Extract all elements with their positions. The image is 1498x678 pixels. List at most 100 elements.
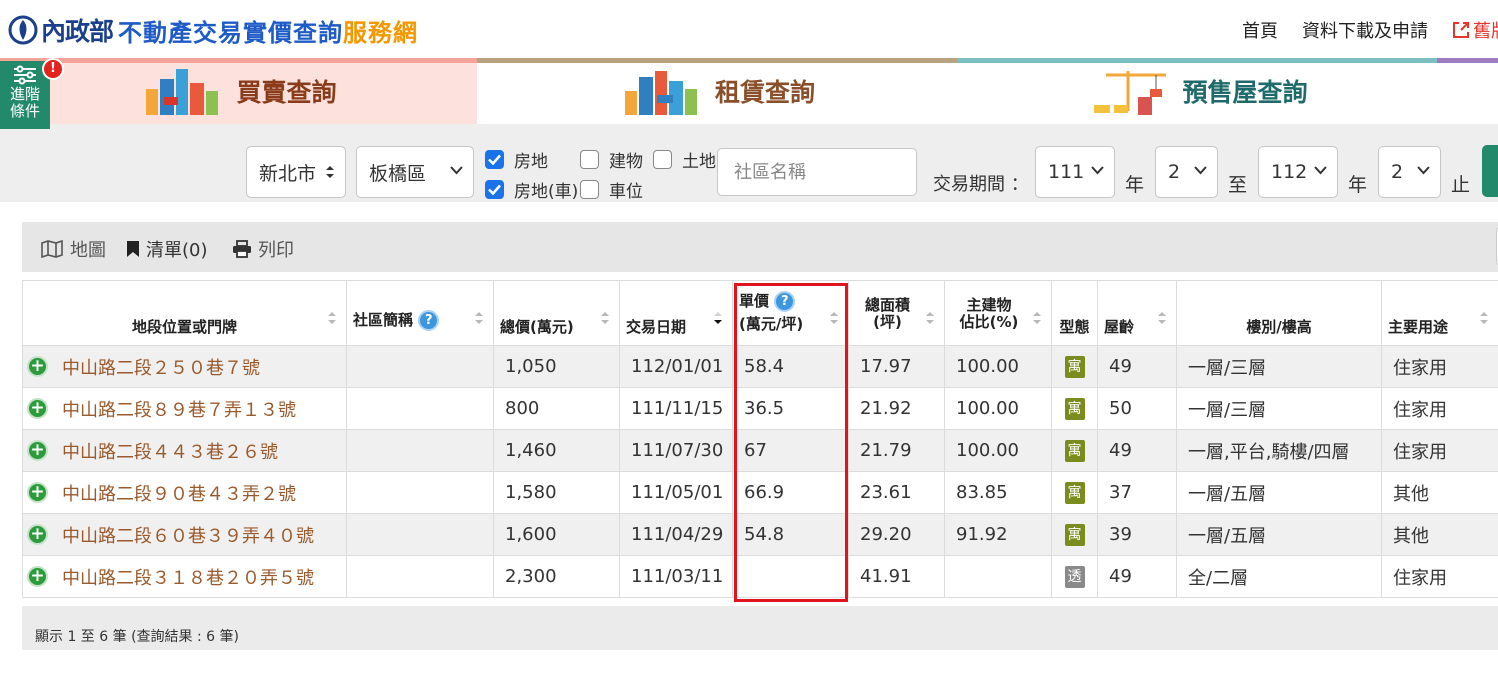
table-row[interactable]: + 中山路二段６０巷３９弄４０號 1,600 111/04/29 54.8 29.20 91… [22, 513, 1498, 556]
help-icon[interactable]: ? [418, 310, 440, 331]
address-link[interactable]: + 中山路二段２５０巷７號 [27, 354, 335, 380]
ministry-emblem-icon [8, 15, 38, 45]
expand-plus-icon[interactable]: + [27, 482, 48, 503]
col-address[interactable]: 地段位置或門牌 [22, 280, 347, 346]
help-icon[interactable]: ? [774, 291, 796, 312]
cell-unit: 36.5 [732, 387, 849, 430]
cell-community [346, 513, 494, 556]
building-type-badge: 寓 [1064, 440, 1085, 462]
cell-address[interactable]: + 中山路二段３１８巷２０弄５號 [22, 555, 347, 598]
nav-old-version[interactable]: 舊版 [1452, 17, 1498, 43]
sort-updown-icon [601, 312, 609, 324]
from-year-select[interactable]: 111 [1035, 146, 1115, 198]
sort-desc-icon [714, 312, 722, 324]
city-buildings-icon [146, 69, 219, 115]
type-building-checkbox[interactable]: 建物 [580, 147, 643, 172]
cell-age: 49 [1097, 345, 1177, 388]
tab-more[interactable] [1437, 58, 1498, 124]
checkbox-checked-icon [485, 180, 504, 199]
district-value: 板橋區 [369, 162, 427, 185]
address-link[interactable]: + 中山路二段８９巷７弄１３號 [27, 396, 335, 422]
nav-home[interactable]: 首頁 [1242, 17, 1278, 43]
sliders-icon [14, 65, 36, 85]
to-year-select[interactable]: 112 [1258, 146, 1338, 198]
cell-address[interactable]: + 中山路二段６０巷３９弄４０號 [22, 513, 347, 556]
building-type-badge: 寓 [1064, 356, 1085, 378]
chevron-down-icon [1091, 166, 1104, 175]
tab-buy-sell[interactable]: 買賣查詢 [0, 58, 477, 124]
community-name-input[interactable] [717, 148, 917, 196]
address-link[interactable]: + 中山路二段６０巷３９弄４０號 [27, 522, 335, 548]
city-select[interactable]: 新北市 [246, 146, 346, 198]
table-row[interactable]: + 中山路二段４４３巷２６號 1,460 111/07/30 67 21.79 100.00… [22, 429, 1498, 472]
from-month-select[interactable]: 2 [1155, 146, 1218, 198]
site-name-suffix: 服務網 [343, 18, 419, 47]
type-land-building-checkbox[interactable]: 房地 [485, 147, 548, 172]
col-total-price[interactable]: 總價(萬元) [493, 280, 620, 346]
cell-floor: 一層/三層 [1176, 345, 1382, 388]
col-main-building-ratio[interactable]: 主建物 佔比(%) [944, 280, 1052, 346]
tab-rent-label: 租賃查詢 [714, 78, 815, 107]
cell-age: 49 [1097, 429, 1177, 472]
site-logo[interactable]: 內政部 不動產交易實價查詢 服務網 [8, 12, 418, 48]
cell-ratio: 100.00 [944, 429, 1052, 472]
cell-community [346, 471, 494, 514]
expand-plus-icon[interactable]: + [27, 356, 48, 377]
advanced-conditions-button[interactable]: 進階 條件 ! [0, 58, 64, 129]
cell-unit [732, 555, 849, 598]
table-row[interactable]: + 中山路二段９０巷４３弄２號 1,580 111/05/01 66.9 23.61 83.… [22, 471, 1498, 514]
cell-area: 17.97 [848, 345, 945, 388]
expand-plus-icon[interactable]: + [27, 566, 48, 587]
tab-presale[interactable]: 預售屋查詢 [957, 58, 1437, 124]
address-link[interactable]: + 中山路二段３１８巷２０弄５號 [27, 564, 335, 590]
external-link-icon [1453, 22, 1469, 38]
cell-type: 透 [1051, 555, 1098, 598]
year-label: 年 [1348, 174, 1368, 196]
address-text: 中山路二段９０巷４３弄２號 [62, 483, 296, 505]
cell-ratio: 100.00 [944, 387, 1052, 430]
type-land-checkbox[interactable]: 土地 [653, 147, 716, 172]
nav-download[interactable]: 資料下載及申請 [1302, 17, 1428, 43]
table-row[interactable]: + 中山路二段３１８巷２０弄５號 2,300 111/03/11 41.91 透 49 全/二… [22, 555, 1498, 598]
col-unit-price[interactable]: 單價 ? (萬元/坪) [732, 280, 849, 346]
map-button[interactable]: 地圖 [40, 236, 106, 262]
to-month-value: 2 [1391, 161, 1404, 183]
cell-address[interactable]: + 中山路二段８９巷７弄１３號 [22, 387, 347, 430]
expand-plus-icon[interactable]: + [27, 524, 48, 545]
col-total-area[interactable]: 總面積 (坪) [848, 280, 945, 346]
expand-plus-icon[interactable]: + [27, 440, 48, 461]
cell-address[interactable]: + 中山路二段２５０巷７號 [22, 345, 347, 388]
list-button[interactable]: 清單(0) [126, 236, 208, 262]
district-select[interactable]: 板橋區 [356, 146, 474, 198]
checkbox-unchecked-icon [580, 150, 599, 169]
address-link[interactable]: + 中山路二段９０巷４３弄２號 [27, 480, 335, 506]
advanced-label-line2: 條件 [9, 102, 40, 120]
col-age[interactable]: 屋齡 [1097, 280, 1177, 346]
checkbox-unchecked-icon [580, 180, 599, 199]
cell-address[interactable]: + 中山路二段９０巷４３弄２號 [22, 471, 347, 514]
cell-address[interactable]: + 中山路二段４４３巷２６號 [22, 429, 347, 472]
printer-icon [233, 240, 251, 258]
address-link[interactable]: + 中山路二段４４３巷２６號 [27, 438, 335, 464]
cell-usage: 其他 [1381, 471, 1498, 514]
cell-type: 寓 [1051, 387, 1098, 430]
cell-type: 寓 [1051, 471, 1098, 514]
table-row[interactable]: + 中山路二段２５０巷７號 1,050 112/01/01 58.4 17.97 100.0… [22, 345, 1498, 388]
cell-area: 21.79 [848, 429, 945, 472]
building-type-badge: 透 [1064, 566, 1085, 588]
tab-rent[interactable]: 租賃查詢 [477, 58, 957, 124]
col-usage[interactable]: 主要用途 [1381, 280, 1498, 346]
site-header: 內政部 不動產交易實價查詢 服務網 首頁 資料下載及申請 舊版 [0, 0, 1498, 58]
search-button[interactable] [1482, 145, 1498, 197]
expand-plus-icon[interactable]: + [27, 398, 48, 419]
construction-crane-icon [1094, 71, 1167, 115]
table-row[interactable]: + 中山路二段８９巷７弄１３號 800 111/11/15 36.5 21.92 100.0… [22, 387, 1498, 430]
cell-community [346, 429, 494, 472]
to-month-select[interactable]: 2 [1378, 146, 1441, 198]
col-community[interactable]: 社區簡稱 ? [346, 280, 494, 346]
col-transaction-date[interactable]: 交易日期 [619, 280, 733, 346]
bookmark-icon [127, 241, 139, 257]
type-land-building-parking-checkbox[interactable]: 房地(車) [485, 177, 578, 202]
print-button[interactable]: 列印 [232, 236, 294, 262]
type-parking-checkbox[interactable]: 車位 [580, 177, 643, 202]
